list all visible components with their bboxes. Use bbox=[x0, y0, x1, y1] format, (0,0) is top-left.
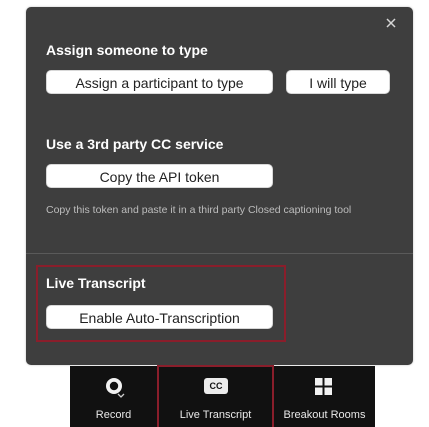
grid-icon bbox=[315, 378, 332, 395]
record-label: Record bbox=[95, 409, 132, 421]
meeting-toolbar: Record CC Live Transcript Breakout Rooms bbox=[70, 366, 375, 427]
close-icon[interactable] bbox=[384, 16, 398, 30]
section-divider bbox=[26, 253, 413, 254]
cc-icon: CC bbox=[204, 378, 228, 394]
breakout-rooms-button[interactable]: Breakout Rooms bbox=[274, 366, 375, 427]
record-button[interactable]: Record bbox=[70, 366, 157, 427]
api-token-description: Copy this token and paste it in a third … bbox=[46, 204, 352, 216]
breakout-rooms-label: Breakout Rooms bbox=[283, 409, 366, 421]
live-transcript-highlight bbox=[36, 265, 286, 342]
closed-caption-panel: Assign someone to type Assign a particip… bbox=[26, 7, 413, 365]
copy-api-token-button[interactable]: Copy the API token bbox=[46, 164, 273, 188]
assign-section-title: Assign someone to type bbox=[46, 42, 208, 58]
third-party-section-title: Use a 3rd party CC service bbox=[46, 136, 224, 152]
i-will-type-button[interactable]: I will type bbox=[286, 70, 390, 94]
live-transcript-button[interactable]: CC Live Transcript bbox=[157, 366, 274, 427]
live-transcript-label: Live Transcript bbox=[179, 409, 252, 421]
assign-participant-button[interactable]: Assign a participant to type bbox=[46, 70, 273, 94]
record-icon bbox=[106, 378, 125, 398]
